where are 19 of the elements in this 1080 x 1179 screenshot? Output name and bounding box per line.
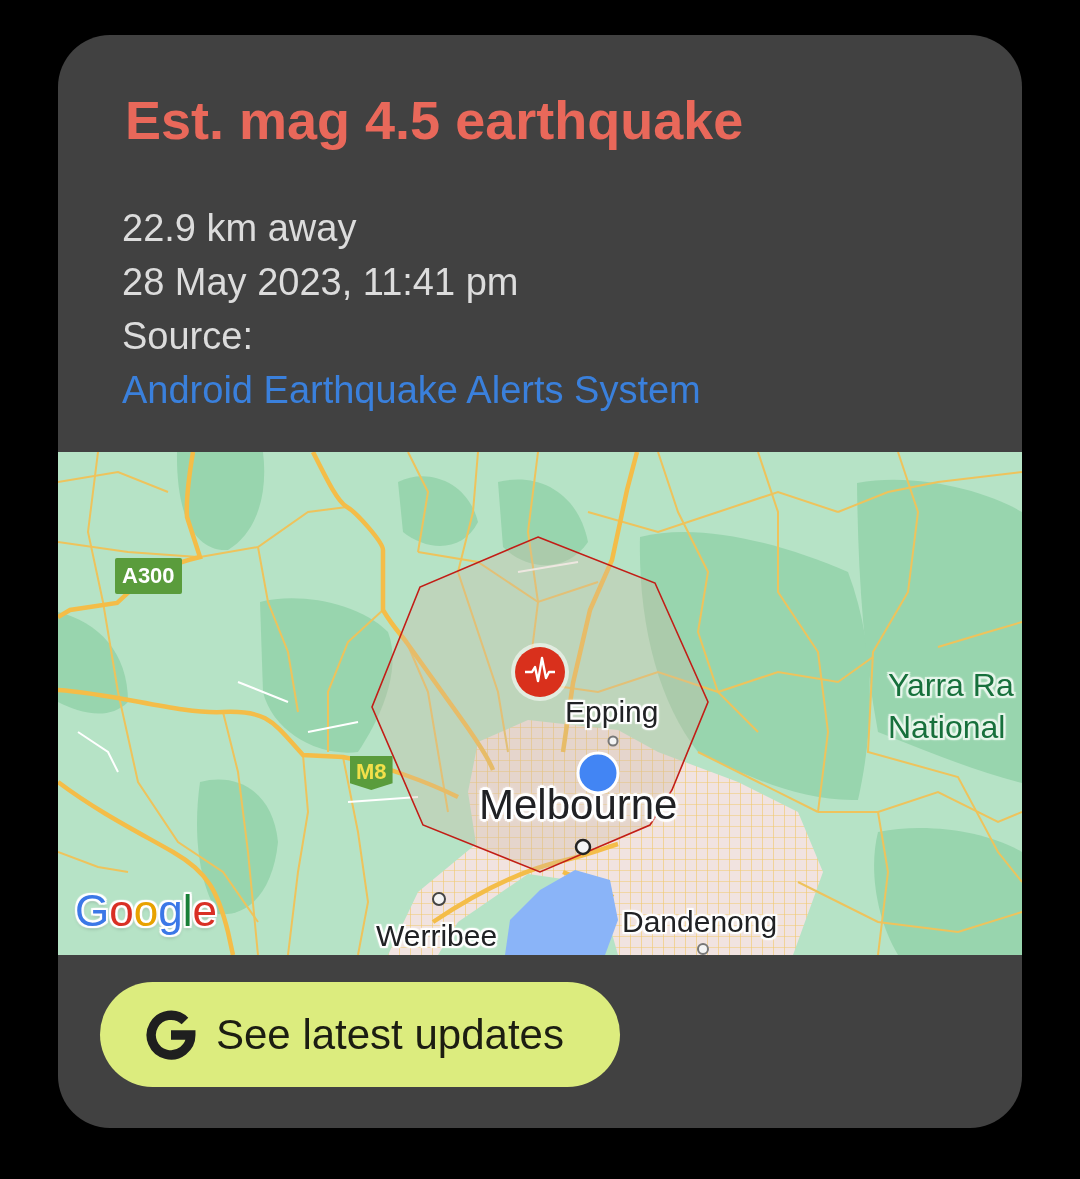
attribution-logo: Google [75, 885, 217, 937]
date-time-text: 28 May 2023, 11:41 pm [122, 260, 520, 305]
alert-title: Est. mag 4.5 earthquake [125, 89, 745, 151]
town-label: Dandenong [622, 904, 778, 940]
route-shield: A300 [115, 558, 182, 594]
g-logo-icon [146, 1009, 196, 1060]
town-dot-icon [697, 943, 709, 955]
park-label: National [888, 708, 1006, 747]
town-dot-icon [432, 892, 446, 906]
town-label: Werribee [376, 918, 498, 954]
town-dot-icon [607, 735, 619, 747]
town-label: Epping [565, 694, 659, 730]
source-label: Source: [122, 314, 254, 359]
town-dot-icon [574, 838, 592, 856]
distance-text: 22.9 km away [122, 206, 358, 251]
pulse-marker-icon [511, 643, 569, 701]
see-updates-button[interactable]: See latest updates [100, 982, 620, 1087]
park-label: Yarra Ra [888, 666, 1014, 705]
route-shield: M8 [350, 756, 393, 790]
